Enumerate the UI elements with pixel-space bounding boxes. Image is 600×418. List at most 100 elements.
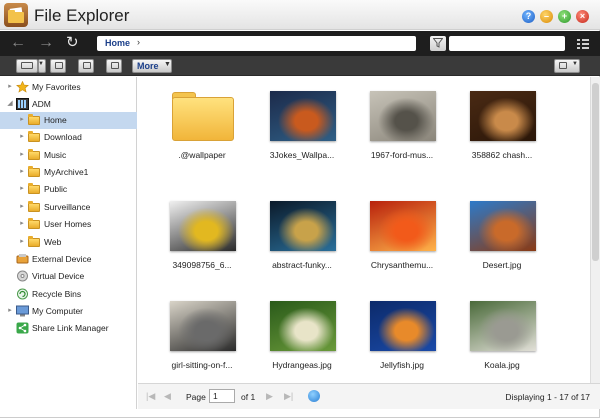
image-thumbnail [370,301,436,351]
image-thumbnail [170,201,236,251]
expand-toggle-icon[interactable]: ▸ [18,132,26,142]
file-grid: .@wallpaper 3Jokes_Wallpa... 1967-ford-mus… [138,77,590,383]
expand-toggle-icon[interactable]: ▸ [18,184,26,194]
file-name: 358862 chash... [471,150,533,160]
image-thumbnail [270,301,336,351]
maximize-button[interactable]: + [558,10,571,23]
image-thumbnail [270,91,336,141]
file-item[interactable]: 3Jokes_Wallpa... [256,77,348,160]
image-thumbnail [470,301,536,351]
sidebar-item-public[interactable]: ▸ Public [0,181,137,198]
image-thumbnail [370,91,436,141]
filter-button[interactable] [430,36,446,51]
chevron-down-icon: ▼ [164,61,171,68]
copy-button[interactable] [78,59,94,73]
folder-tree-sidebar: ▸ My Favorites ◢ ADM ▸ Home ▸ Download ▸ Music ▸ My… [0,77,137,409]
window-title: File Explorer [34,6,130,25]
expand-toggle-icon[interactable]: ▸ [6,82,14,92]
page-label: Page [186,392,206,402]
more-button[interactable]: More ▼ [132,59,172,73]
image-thumbnail [370,201,436,251]
sidebar-item-share-link-manager[interactable]: Share Link Manager [0,320,137,337]
sidebar-item-adm[interactable]: ◢ ADM [0,96,137,113]
expand-toggle-icon[interactable]: ▸ [18,202,26,212]
toolbar: ▼ More ▼ ▼ [0,56,600,76]
back-arrow-icon[interactable]: ← [10,34,26,52]
sidebar-item-external-device[interactable]: External Device [0,251,137,268]
first-page-icon[interactable]: |◀ [146,391,155,402]
file-item[interactable]: Chrysanthemu... [356,187,448,270]
vertical-scrollbar[interactable] [590,77,600,383]
close-button[interactable]: × [576,10,589,23]
title-bar: File Explorer ? – + × [0,0,600,30]
expand-toggle-icon[interactable]: ▸ [18,237,26,247]
file-item[interactable]: Jellyfish.jpg [356,287,448,370]
expand-toggle-icon[interactable]: ▸ [18,219,26,229]
view-mode-button[interactable]: ▼ [554,59,580,73]
file-item[interactable]: 358862 chash... [456,77,548,160]
image-thumbnail [470,91,536,141]
file-item[interactable]: Koala.jpg [456,287,548,370]
new-folder-button[interactable] [50,59,66,73]
image-thumbnail [270,201,336,251]
refresh-icon[interactable]: ↻ [66,34,79,52]
file-item[interactable]: 349098756_6... [156,187,248,270]
sidebar-item-surveillance[interactable]: ▸ Surveillance [0,199,137,216]
forward-arrow-icon[interactable]: → [38,34,54,52]
file-item[interactable]: girl-sitting-on-f... [156,287,248,370]
computer-icon [16,305,29,317]
new-folder-icon [55,62,63,69]
expand-toggle-icon[interactable]: ▸ [6,306,14,316]
file-name: 3Jokes_Wallpa... [269,150,335,160]
star-icon [16,80,29,93]
page-number-input[interactable] [209,389,235,403]
sidebar-item-label: Surveillance [44,202,91,212]
scrollbar-thumb[interactable] [592,83,599,261]
file-name: Chrysanthemu... [370,260,434,270]
folder-item[interactable]: .@wallpaper [156,77,248,160]
image-thumbnail [470,201,536,251]
sidebar-item-my-computer[interactable]: ▸ My Computer [0,303,137,320]
upload-dropdown-button[interactable]: ▼ [38,59,46,73]
file-item[interactable]: 1967-ford-mus... [356,77,448,160]
file-item[interactable]: Desert.jpg [456,187,548,270]
more-label: More [137,61,159,71]
search-input[interactable] [449,36,565,51]
sidebar-item-my-favorites[interactable]: ▸ My Favorites [0,79,137,96]
display-count: Displaying 1 - 17 of 17 [505,392,590,402]
file-item[interactable]: abstract-funky... [256,187,348,270]
expand-toggle-icon[interactable]: ▸ [18,167,26,177]
file-name: girl-sitting-on-f... [171,360,233,370]
expand-toggle-icon[interactable]: ◢ [6,99,14,109]
last-page-icon[interactable]: ▶| [284,391,293,402]
sidebar-item-myarchive1[interactable]: ▸ MyArchive1 [0,164,137,181]
expand-toggle-icon[interactable]: ▸ [18,150,26,160]
path-breadcrumb[interactable]: Home › [97,36,416,51]
help-button[interactable]: ? [522,10,535,23]
properties-button[interactable] [106,59,122,73]
expand-toggle-icon[interactable]: ▸ [18,115,26,125]
navigation-bar: ← → ↻ Home › [0,31,600,56]
folder-icon [28,166,41,178]
sidebar-item-download[interactable]: ▸ Download [0,129,137,146]
sidebar-item-recycle-bins[interactable]: Recycle Bins [0,286,137,303]
minimize-button[interactable]: – [540,10,553,23]
upload-button[interactable] [16,59,38,73]
file-name: abstract-funky... [272,260,332,270]
sidebar-item-label: Music [44,150,67,160]
breadcrumb-home[interactable]: Home [105,38,130,48]
list-options-icon[interactable] [577,38,589,50]
sidebar-item-virtual-device[interactable]: Virtual Device [0,268,137,285]
file-name: 349098756_6... [172,260,232,270]
sidebar-item-user-homes[interactable]: ▸ User Homes [0,216,137,233]
file-item[interactable]: Hydrangeas.jpg [256,287,348,370]
sidebar-item-music[interactable]: ▸ Music [0,147,137,164]
next-page-icon[interactable]: ▶ [266,391,273,402]
share-icon [16,322,29,334]
expand-toggle-icon [6,271,14,281]
sidebar-item-web[interactable]: ▸ Web [0,234,137,251]
sidebar-item-home[interactable]: ▸ Home [0,112,137,129]
file-name: 1967-ford-mus... [370,150,434,160]
previous-page-icon[interactable]: ◀ [164,391,171,402]
refresh-icon[interactable] [308,390,320,402]
